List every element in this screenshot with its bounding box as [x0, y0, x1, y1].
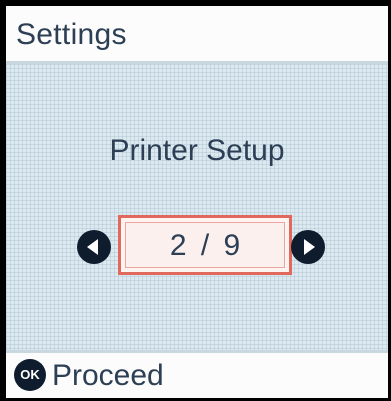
page-title: Settings [16, 18, 127, 51]
header-bar: Settings [6, 6, 388, 64]
page-indicator: 2 / 9 [169, 229, 241, 262]
content-area: Printer Setup 2 / 9 [6, 64, 388, 350]
menu-item-title: Printer Setup [109, 134, 285, 167]
footer-bar: OK Proceed [6, 350, 388, 398]
printer-lcd-screen: Settings Printer Setup 2 / 9 OK Proceed [6, 6, 388, 398]
chevron-right-icon[interactable] [291, 230, 325, 264]
page-indicator-box[interactable]: 2 / 9 [118, 215, 292, 275]
ok-button-icon[interactable]: OK [14, 359, 46, 391]
page-navigator: 2 / 9 [6, 212, 388, 276]
chevron-left-icon[interactable] [77, 230, 111, 264]
proceed-label: Proceed [52, 359, 164, 392]
